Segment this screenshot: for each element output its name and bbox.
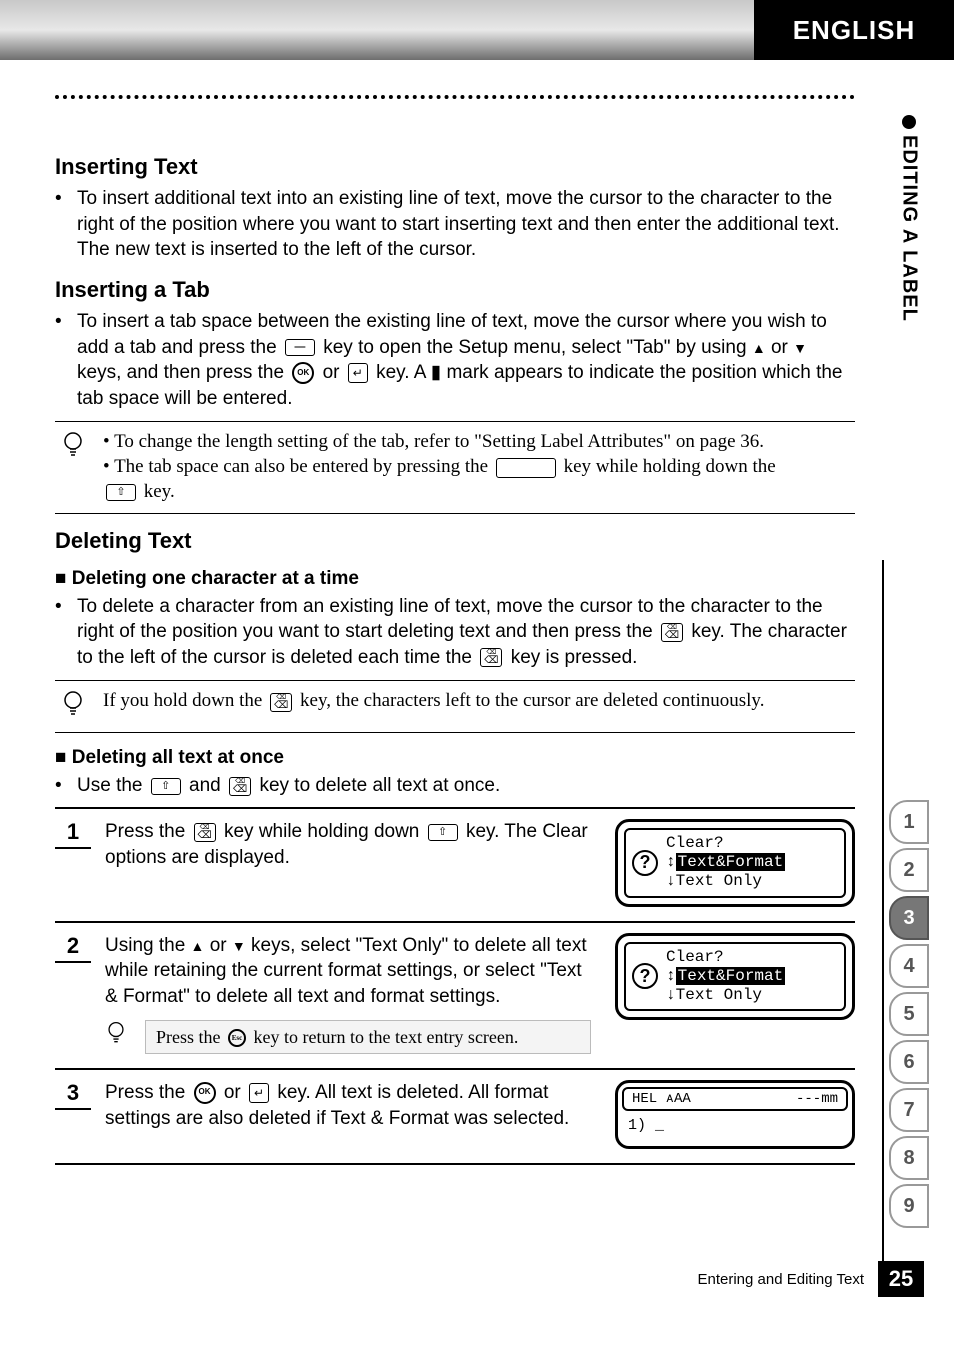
arrow-down-icon: ▼: [793, 340, 807, 356]
question-icon: ?: [632, 963, 658, 989]
inserting-text-body: To insert additional text into an existi…: [55, 186, 855, 263]
step-3: 3 Press the OK or ↵ key. All text is del…: [55, 1070, 855, 1165]
shift-key-icon: ⇧: [106, 484, 136, 500]
setup-key-icon: ⎯⎯: [285, 339, 315, 356]
backspace-key-icon: ⌫⌫: [229, 777, 251, 796]
step-2: 2 Using the ▲ or ▼ keys, select "Text On…: [55, 923, 855, 1070]
nav-chapter-4[interactable]: 4: [889, 944, 929, 988]
arrow-up-icon: ▲: [752, 340, 766, 356]
ok-key-icon: OK: [194, 1082, 216, 1104]
lightbulb-icon: [61, 689, 89, 724]
question-icon: ?: [632, 850, 658, 876]
space-key-icon: [496, 458, 556, 478]
shift-key-icon: ⇧: [428, 824, 458, 841]
lightbulb-icon: [105, 1020, 133, 1054]
nav-chapter-6[interactable]: 6: [889, 1040, 929, 1084]
subhead-deleting-all: Deleting all text at once: [55, 747, 855, 769]
page-number: 25: [878, 1261, 924, 1297]
step-body: Using the ▲ or ▼ keys, select "Text Only…: [105, 933, 601, 1054]
deleting-one-tip: If you hold down the ⌫⌫ key, the charact…: [55, 680, 855, 733]
enter-key-icon: ↵: [249, 1083, 269, 1103]
step-number: 3: [55, 1080, 91, 1110]
nav-chapter-5[interactable]: 5: [889, 992, 929, 1036]
page-footer: Entering and Editing Text 25: [0, 1261, 954, 1297]
language-badge: ENGLISH: [754, 0, 954, 60]
side-bullet-icon: [902, 115, 916, 129]
nav-chapter-9[interactable]: 9: [889, 1184, 929, 1228]
heading-inserting-text: Inserting Text: [55, 154, 855, 180]
backspace-key-icon: ⌫⌫: [480, 648, 502, 667]
section-side-tab: EDITING A LABEL: [894, 115, 924, 322]
step-1: 1 Press the ⌫⌫ key while holding down ⇧ …: [55, 809, 855, 923]
tab-tip-1: To change the length setting of the tab,…: [114, 431, 764, 452]
step-body: Press the OK or ↵ key. All text is delet…: [105, 1080, 601, 1131]
tab-tip-box: • To change the length setting of the ta…: [55, 421, 855, 513]
steps-list: 1 Press the ⌫⌫ key while holding down ⇧ …: [55, 807, 855, 1165]
nav-chapter-7[interactable]: 7: [889, 1088, 929, 1132]
side-vertical-rule: [882, 560, 884, 1280]
dotted-separator: [55, 95, 855, 99]
step-body: Press the ⌫⌫ key while holding down ⇧ ke…: [105, 819, 601, 870]
step-2-tip: Press the Esc key to return to the text …: [145, 1020, 591, 1054]
nav-chapter-1[interactable]: 1: [889, 800, 929, 844]
nav-chapter-8[interactable]: 8: [889, 1136, 929, 1180]
lightbulb-icon: [61, 430, 89, 465]
enter-key-icon: ↵: [348, 363, 368, 383]
nav-chapter-3[interactable]: 3: [889, 896, 929, 940]
step-screen-editor: HEL ᴀAA ---mm 1) _: [615, 1080, 855, 1149]
backspace-key-icon: ⌫⌫: [270, 693, 292, 712]
step-number: 2: [55, 933, 91, 963]
subhead-deleting-one: Deleting one character at a time: [55, 568, 855, 590]
arrow-down-icon: ▼: [232, 938, 246, 954]
step-screen: ? Clear? ↕Text&Format ↓Text Only: [615, 933, 855, 1021]
backspace-key-icon: ⌫⌫: [194, 823, 216, 842]
shift-key-icon: ⇧: [151, 778, 181, 795]
arrow-up-icon: ▲: [191, 938, 205, 954]
heading-inserting-tab: Inserting a Tab: [55, 277, 855, 303]
step-number: 1: [55, 819, 91, 849]
tab-tip-2: The tab space can also be entered by pre…: [103, 456, 776, 502]
main-content: Inserting Text To insert additional text…: [55, 140, 855, 1165]
header-bar: ENGLISH: [0, 0, 954, 60]
deleting-all-body: Use the ⇧ and ⌫⌫ key to delete all text …: [55, 773, 855, 799]
deleting-one-body: To delete a character from an existing l…: [55, 594, 855, 671]
backspace-key-icon: ⌫⌫: [661, 623, 683, 642]
heading-deleting-text: Deleting Text: [55, 528, 855, 554]
ok-key-icon: OK: [292, 362, 314, 384]
deleting-one-tip-text: If you hold down the ⌫⌫ key, the charact…: [103, 689, 764, 714]
inserting-tab-body: To insert a tab space between the existi…: [55, 309, 855, 412]
tab-mark-icon: ▮: [431, 362, 441, 383]
section-tab-label: EDITING A LABEL: [898, 135, 921, 322]
esc-key-icon: Esc: [228, 1029, 246, 1047]
nav-chapter-2[interactable]: 2: [889, 848, 929, 892]
chapter-side-nav: 1 2 3 4 5 6 7 8 9: [889, 800, 929, 1228]
step-screen: ? Clear? ↕Text&Format ↓Text Only: [615, 819, 855, 907]
footer-section-title: Entering and Editing Text: [697, 1271, 864, 1288]
